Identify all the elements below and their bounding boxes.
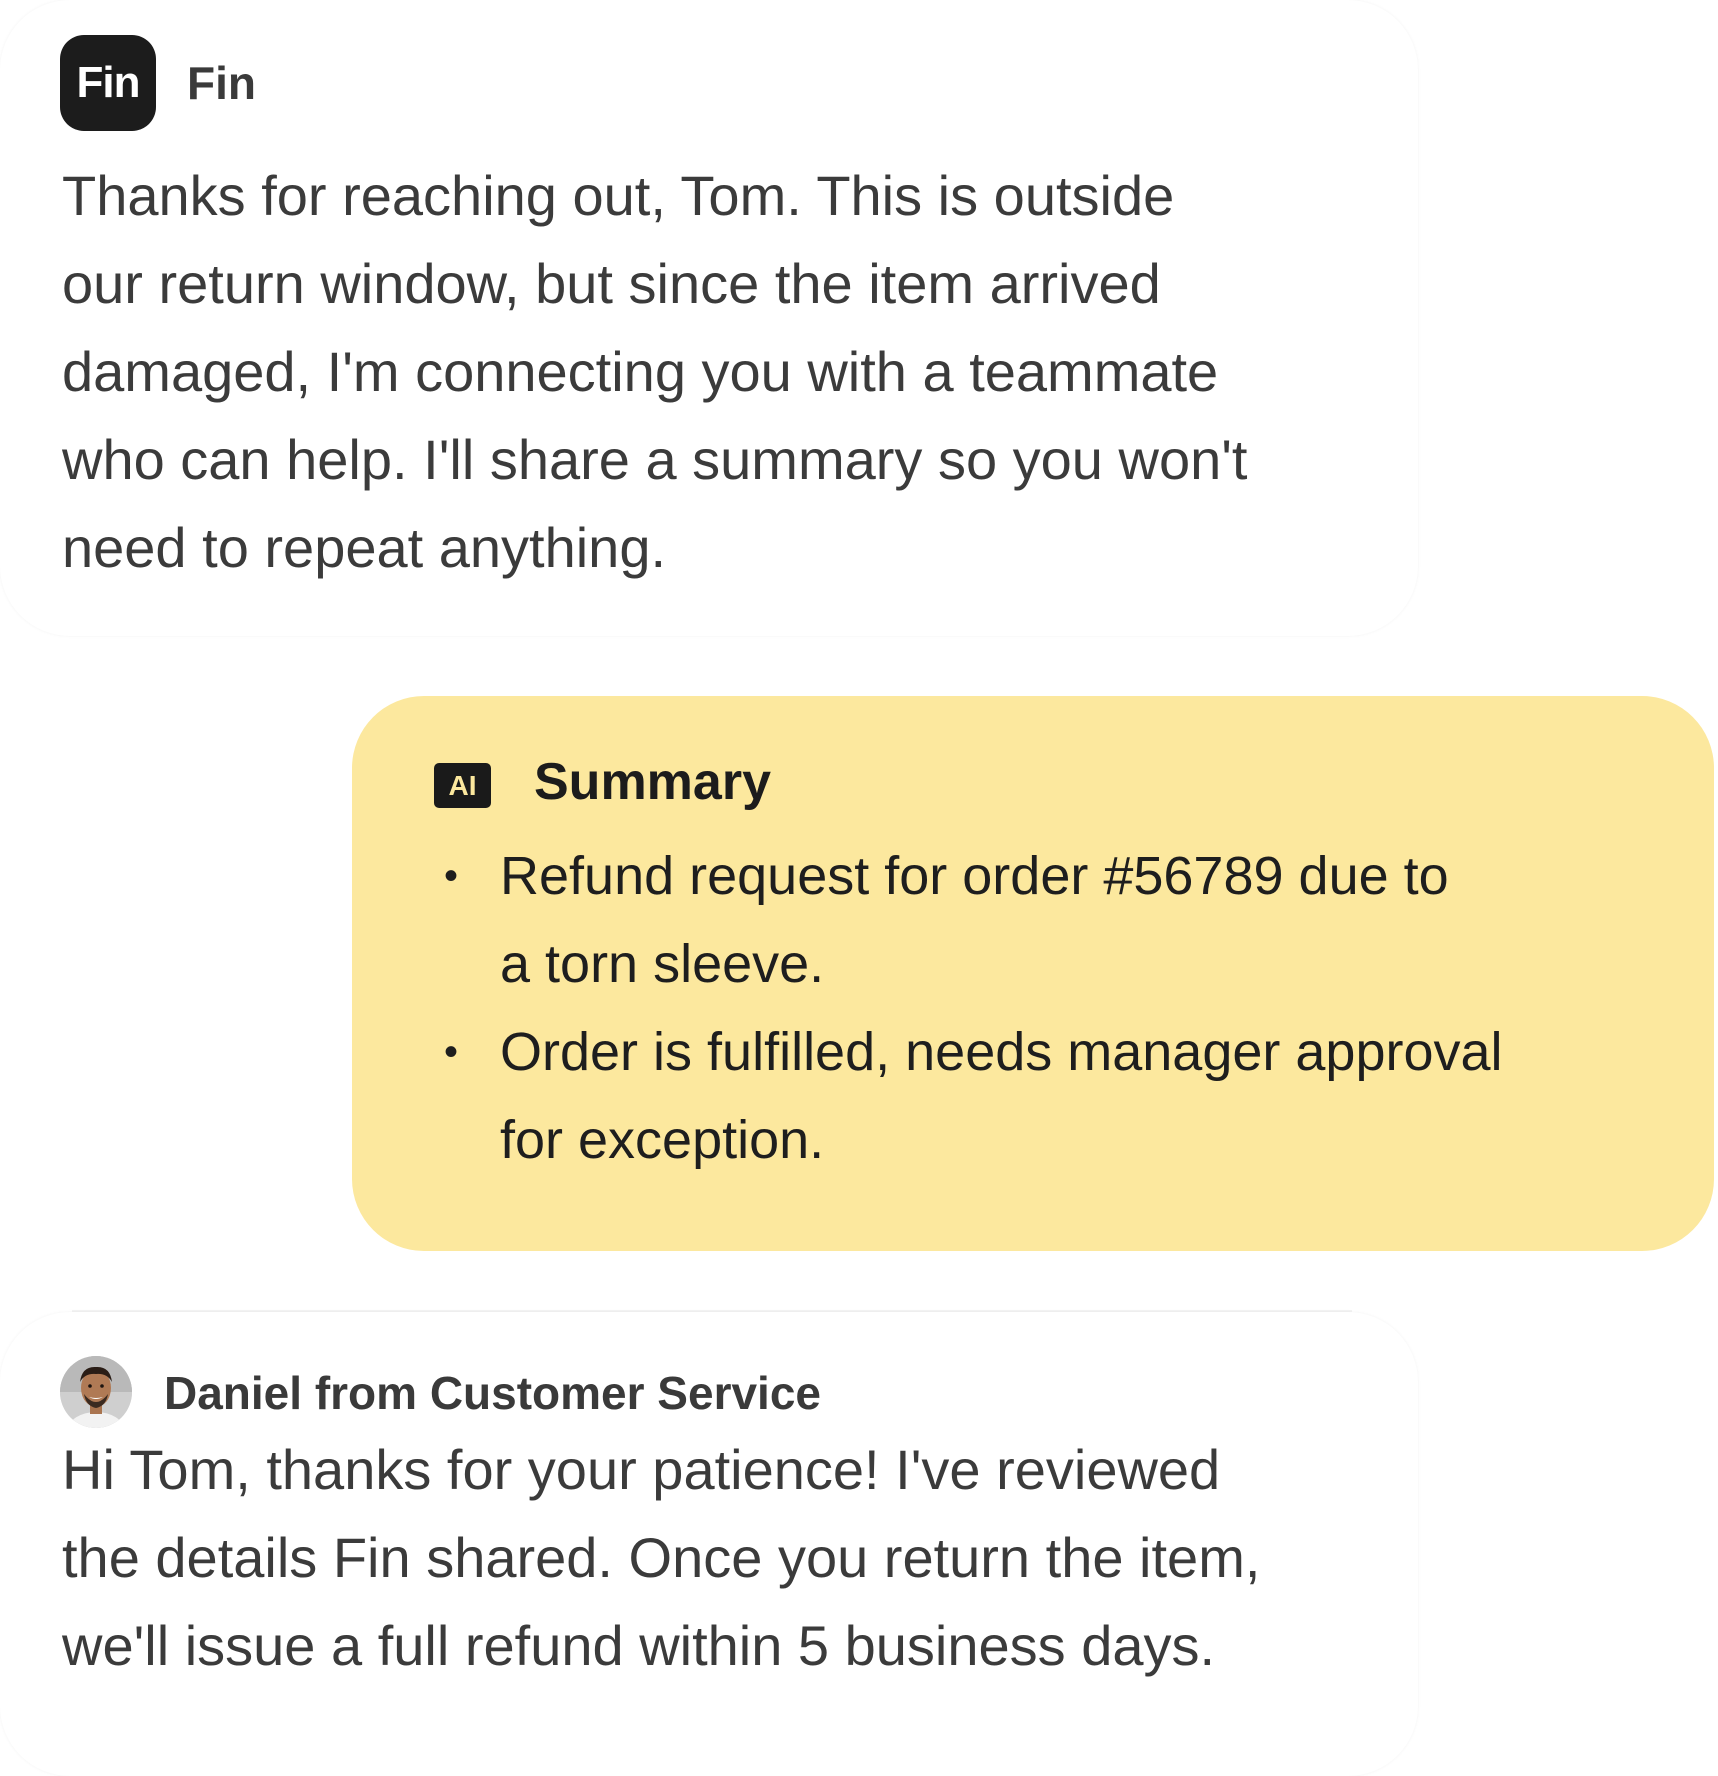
fin-logo-icon: Fin [60, 35, 156, 131]
agent-message-text: Hi Tom, thanks for your patience! I've r… [62, 1426, 1362, 1690]
summary-title: Summary [534, 753, 771, 811]
fin-sender-name: Fin [187, 57, 256, 109]
message-line: our return window, but since the item ar… [62, 252, 1161, 315]
fin-message-text: Thanks for reaching out, Tom. This is ou… [62, 152, 1362, 592]
summary-item-line: Refund request for order #56789 due to [500, 846, 1449, 906]
summary-item-line: a torn sleeve. [500, 934, 825, 994]
agent-sender-name: Daniel from Customer Service [164, 1367, 822, 1419]
message-line: Thanks for reaching out, Tom. This is ou… [62, 164, 1175, 227]
avatar [60, 1356, 132, 1428]
ai-badge-text: AI [448, 769, 477, 801]
fin-logo-text: Fin [76, 58, 141, 107]
bullet-icon: • [444, 1030, 459, 1074]
message-line: we'll issue a full refund within 5 busin… [62, 1614, 1216, 1677]
message-line: damaged, I'm connecting you with a teamm… [62, 340, 1219, 403]
summary-item: • Refund request for order #56789 due to… [352, 832, 1503, 1008]
ai-badge-icon: AI [434, 763, 491, 808]
agent-message-card: Daniel from Customer Service Hi Tom, tha… [0, 1312, 1418, 1776]
summary-card: AI Summary • Refund request for order #5… [352, 696, 1714, 1251]
summary-item: • Order is fulfilled, needs manager appr… [352, 1008, 1503, 1184]
message-line: Hi Tom, thanks for your patience! I've r… [62, 1438, 1221, 1501]
fin-message-card: Fin Fin Thanks for reaching out, Tom. Th… [0, 0, 1418, 636]
message-line: the details Fin shared. Once you return … [62, 1526, 1261, 1589]
avatar-portrait-icon [60, 1356, 132, 1428]
summary-item-line: Order is fulfilled, needs manager approv… [500, 1022, 1503, 1082]
bullet-icon: • [444, 854, 459, 898]
summary-item-line: for exception. [500, 1110, 825, 1170]
message-line: who can help. I'll share a summary so yo… [62, 428, 1248, 491]
message-line: need to repeat anything. [62, 516, 667, 579]
summary-list: • Refund request for order #56789 due to… [352, 832, 1503, 1184]
